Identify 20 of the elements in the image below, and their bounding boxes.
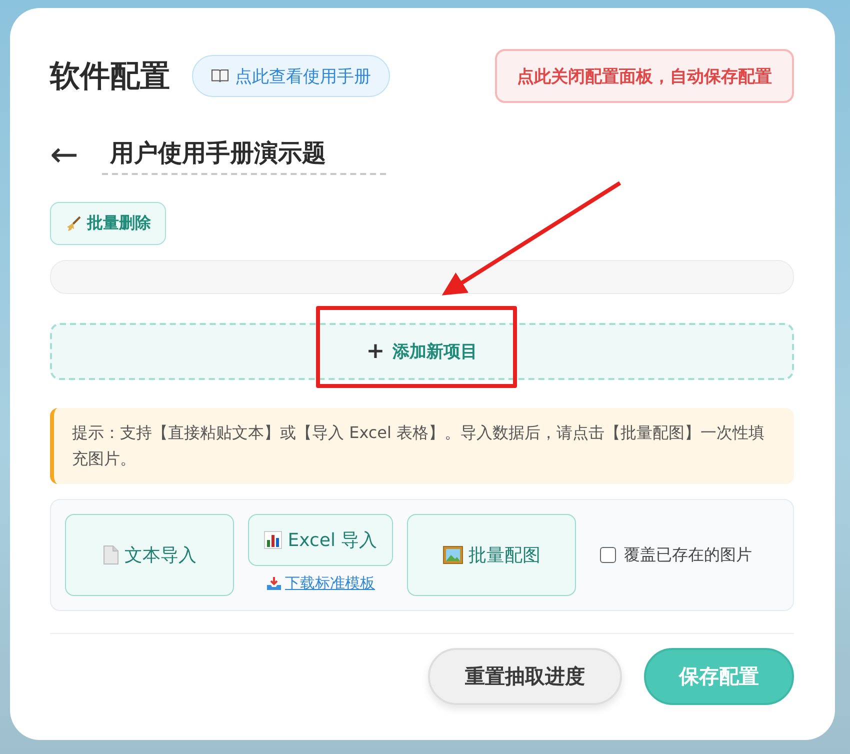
close-panel-button[interactable]: 点此关闭配置面板，自动保存配置 bbox=[495, 49, 794, 103]
hint-message: 提示：支持【直接粘贴文本】或【导入 Excel 表格】。导入数据后，请点击【批量配图】一次性填充图片。 bbox=[50, 408, 794, 484]
import-button[interactable]: 文本导入 bbox=[65, 514, 234, 596]
bar-chart-icon bbox=[264, 531, 282, 549]
broom-icon bbox=[65, 216, 81, 232]
download-template-link[interactable]: 下载标准模板 bbox=[266, 574, 375, 593]
reset-button[interactable]: 重置抽取进度 bbox=[428, 648, 622, 705]
panel-title: 软件配置 bbox=[50, 58, 170, 96]
import-button[interactable]: Excel 导入 bbox=[248, 514, 393, 566]
document-icon bbox=[102, 545, 118, 565]
inbox-tray-icon bbox=[266, 576, 282, 590]
framed-picture-icon bbox=[442, 546, 462, 564]
overwrite-checkbox[interactable] bbox=[600, 547, 616, 563]
checkbox-label: 覆盖已存在的图片 bbox=[624, 544, 752, 566]
import-button[interactable]: 批量配图 bbox=[407, 514, 576, 596]
book-icon bbox=[211, 69, 229, 83]
back-button[interactable]: ← bbox=[50, 135, 102, 175]
add-item-button[interactable]: + 添加新项目 bbox=[50, 323, 794, 380]
batch-delete-button[interactable]: 批量删除 bbox=[50, 202, 166, 245]
manual-button[interactable]: 点此查看使用手册 bbox=[192, 55, 390, 97]
